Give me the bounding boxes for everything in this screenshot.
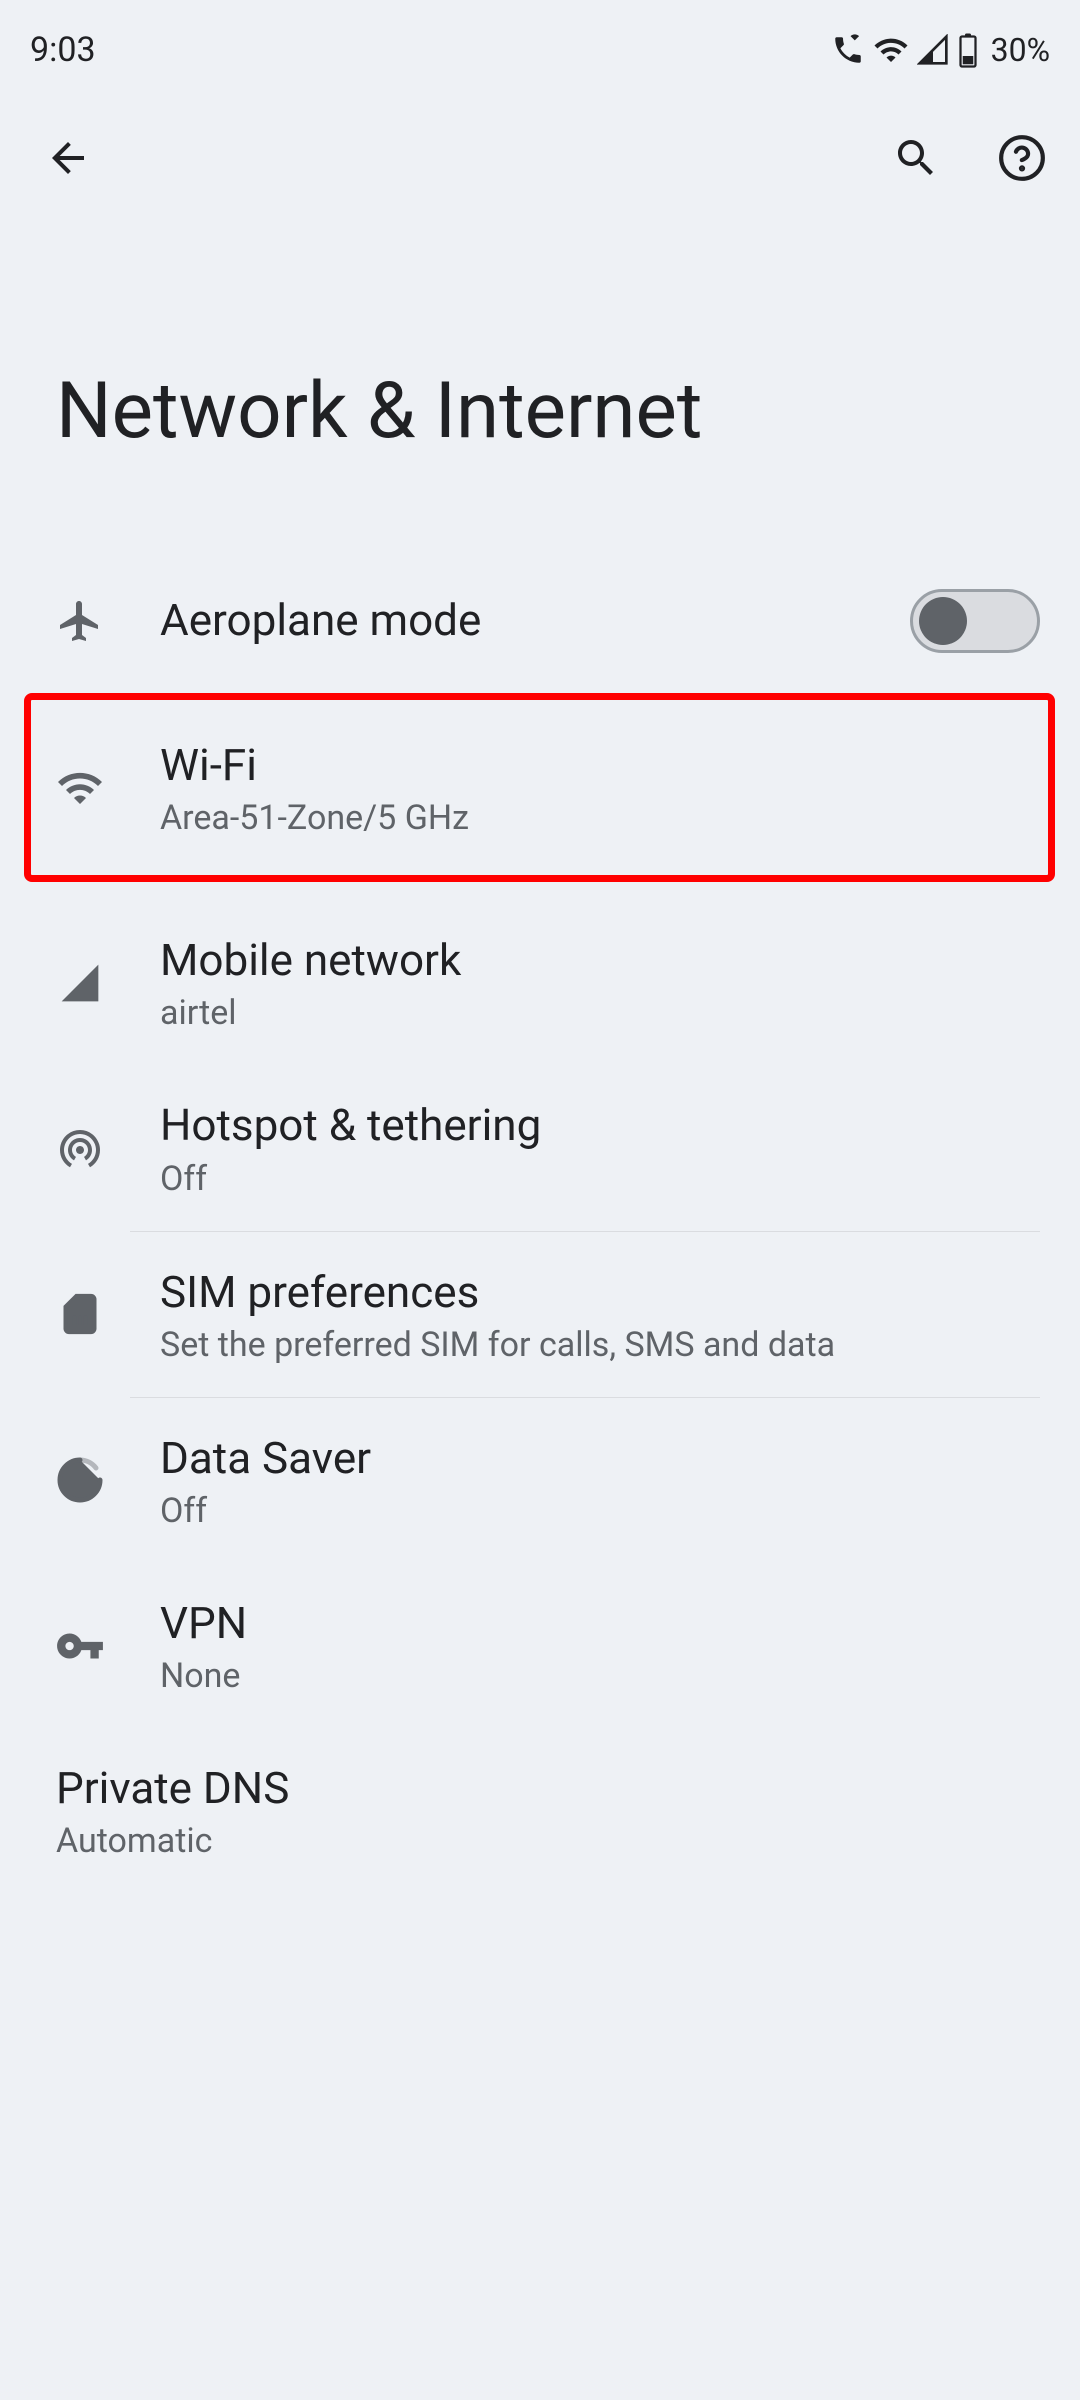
- airplane-icon: [50, 591, 110, 651]
- page-title: Network & Internet: [0, 216, 1080, 557]
- setting-subtitle: Off: [160, 1491, 1040, 1531]
- signal-icon: [50, 953, 110, 1013]
- wifi-signal-icon: [873, 32, 909, 68]
- setting-data-saver[interactable]: Data Saver Off: [0, 1398, 1080, 1563]
- back-button[interactable]: [40, 130, 96, 186]
- toggle-knob: [919, 597, 967, 645]
- battery-icon: [957, 32, 979, 68]
- setting-subtitle: Off: [160, 1159, 1040, 1199]
- sim-icon: [50, 1284, 110, 1344]
- setting-title: Aeroplane mode: [160, 592, 910, 649]
- arrow-back-icon: [44, 134, 92, 182]
- aeroplane-toggle[interactable]: [910, 589, 1040, 653]
- setting-title: Wi-Fi: [160, 737, 1040, 794]
- help-icon: [997, 133, 1047, 183]
- app-bar: [0, 100, 1080, 216]
- battery-level: 30%: [991, 31, 1050, 69]
- setting-mobile-network[interactable]: Mobile network airtel: [0, 900, 1080, 1065]
- setting-subtitle: airtel: [160, 993, 1040, 1033]
- hotspot-icon: [50, 1118, 110, 1178]
- setting-vpn[interactable]: VPN None: [0, 1563, 1080, 1728]
- vpn-key-icon: [50, 1616, 110, 1676]
- setting-subtitle: Area-51-Zone/5 GHz: [160, 798, 1040, 838]
- setting-aeroplane-mode[interactable]: Aeroplane mode: [0, 557, 1080, 685]
- status-time: 9:03: [30, 30, 96, 70]
- data-saver-icon: [50, 1450, 110, 1510]
- setting-wifi[interactable]: Wi-Fi Area-51-Zone/5 GHz: [0, 705, 1080, 870]
- setting-title: Private DNS: [56, 1760, 1040, 1817]
- setting-title: VPN: [160, 1595, 1040, 1652]
- cellular-signal-icon: [917, 34, 949, 66]
- setting-private-dns[interactable]: Private DNS Automatic: [0, 1728, 1080, 1893]
- status-icons: 30%: [831, 31, 1050, 69]
- setting-subtitle: None: [160, 1656, 1040, 1696]
- settings-list: Aeroplane mode Wi-Fi Area-51-Zone/5 GHz …: [0, 557, 1080, 1893]
- setting-subtitle: Automatic: [56, 1821, 1040, 1861]
- wifi-calling-icon: [831, 33, 865, 67]
- help-button[interactable]: [994, 130, 1050, 186]
- setting-title: Hotspot & tethering: [160, 1097, 1040, 1154]
- search-button[interactable]: [888, 130, 944, 186]
- search-icon: [892, 134, 940, 182]
- status-bar: 9:03 30%: [0, 0, 1080, 100]
- setting-title: SIM preferences: [160, 1264, 1040, 1321]
- setting-sim-preferences[interactable]: SIM preferences Set the preferred SIM fo…: [0, 1232, 1080, 1397]
- setting-title: Mobile network: [160, 932, 1040, 989]
- setting-title: Data Saver: [160, 1430, 1040, 1487]
- setting-subtitle: Set the preferred SIM for calls, SMS and…: [160, 1325, 1040, 1365]
- setting-hotspot[interactable]: Hotspot & tethering Off: [0, 1065, 1080, 1230]
- wifi-icon: [50, 758, 110, 818]
